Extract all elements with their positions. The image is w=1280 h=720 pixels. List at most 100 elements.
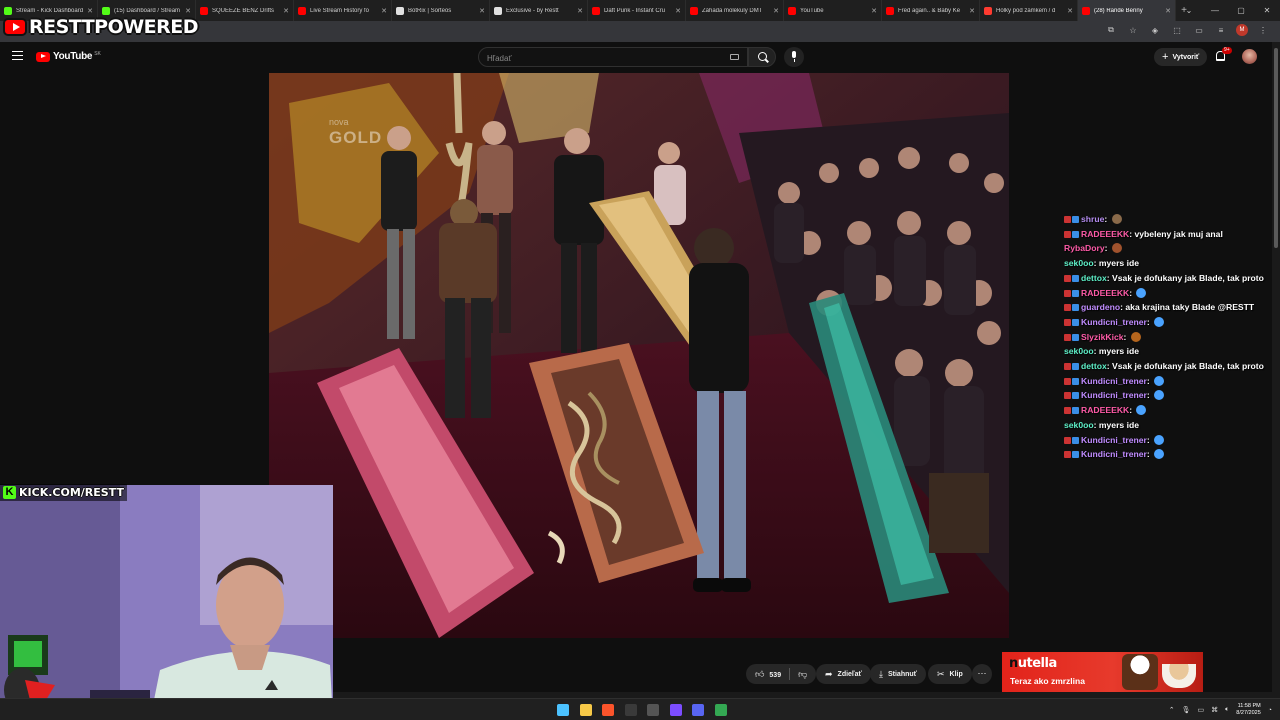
minimize-button[interactable]: — — [1202, 6, 1228, 15]
more-actions-button[interactable]: ··· — [972, 664, 992, 684]
chat-badges-icon — [1064, 434, 1080, 444]
tab-close-icon[interactable]: ✕ — [969, 7, 975, 15]
page-scrollbar-thumb[interactable] — [1274, 48, 1278, 248]
taskbar-windows-start-icon[interactable] — [557, 704, 569, 716]
browser-tab[interactable]: BotRix | Sorteos ✕ — [392, 0, 490, 21]
browser-menu-icon[interactable]: ⋮ — [1256, 26, 1270, 35]
chat-message: Kundicni_trener: — [1064, 315, 1270, 330]
tab-close-icon[interactable]: ✕ — [871, 7, 877, 15]
chat-username[interactable]: dettox — [1081, 273, 1107, 283]
taskbar-app-purple-icon[interactable] — [669, 704, 682, 716]
video-player[interactable]: nova GOLD — [269, 73, 1009, 638]
kick-logo-icon: K — [3, 486, 16, 499]
chat-username[interactable]: Kundicni_trener — [1081, 376, 1147, 386]
chat-badges-icon — [1064, 301, 1080, 312]
search-button[interactable] — [748, 47, 776, 67]
clock-time: 11:58 PM — [1237, 703, 1261, 709]
tab-close-icon[interactable]: ✕ — [675, 7, 681, 15]
like-button[interactable]: 👍︎ 539 — [755, 669, 781, 680]
chat-emote-icon — [1130, 331, 1141, 342]
chat-separator: : — [1123, 331, 1129, 342]
browser-tab[interactable]: Daft Punk - Instant Cru ✕ — [588, 0, 686, 21]
chat-username[interactable]: Kundicni_trener — [1081, 317, 1147, 327]
download-button[interactable]: ⤓ Stiahnuť — [870, 664, 927, 684]
chat-username[interactable]: Kundicni_trener — [1081, 435, 1147, 445]
taskbar-file-explorer-icon[interactable] — [579, 704, 592, 716]
browser-tab[interactable]: Fred again.. & Baby Ke ✕ — [882, 0, 980, 21]
tab-close-icon[interactable]: ✕ — [773, 7, 779, 15]
chat-username[interactable]: sek0oo — [1064, 346, 1094, 356]
chat-username[interactable]: SlyzikKick — [1081, 332, 1124, 342]
chat-username[interactable]: Kundicni_trener — [1081, 449, 1147, 459]
browser-tab[interactable]: SQUEEZE BENZ Drifts ✕ — [196, 0, 294, 21]
chat-username[interactable]: guardeno — [1081, 302, 1120, 312]
chat-message: SlyzikKick: — [1064, 330, 1270, 345]
browser-tab[interactable]: (28) Rande Benny ✕ — [1078, 0, 1176, 21]
tab-close-icon[interactable]: ✕ — [479, 7, 485, 15]
tab-close-icon[interactable]: ✕ — [1067, 7, 1073, 15]
taskbar-obs-studio-icon[interactable] — [647, 704, 659, 716]
share-button[interactable]: ➦ Zdieľať — [816, 664, 871, 684]
extensions-puzzle-icon[interactable]: ⬚ — [1170, 26, 1184, 35]
system-clock[interactable]: 11:58 PM 8/27/2025 — [1236, 703, 1260, 717]
tab-close-icon[interactable]: ✕ — [577, 7, 583, 15]
chat-username[interactable]: dettox — [1081, 361, 1107, 371]
taskbar-terminal-icon[interactable] — [624, 704, 637, 716]
bookmark-star-icon[interactable]: ☆ — [1126, 26, 1140, 35]
voice-search-mic-icon[interactable] — [784, 47, 804, 67]
extension-icon[interactable]: ◈ — [1148, 26, 1162, 35]
thumbs-down-icon[interactable]: 👎︎ — [798, 669, 807, 680]
chat-username[interactable]: RADEEEKK — [1081, 405, 1129, 415]
mic-tray-icon[interactable]: 🎙︎ — [1182, 706, 1191, 714]
chat-username[interactable]: RybaDory — [1064, 243, 1105, 253]
tab-search-icon[interactable]: ⌄ — [1176, 6, 1202, 15]
chat-username[interactable]: shrue — [1081, 214, 1104, 224]
keyboard-icon[interactable] — [730, 54, 739, 60]
chat-username[interactable]: sek0oo — [1064, 420, 1094, 430]
chat-text: Vsak je dofukany jak Blade, tak proto — [1112, 272, 1264, 283]
menu-hamburger-icon[interactable] — [12, 51, 23, 60]
share-label: Zdieľať — [837, 670, 862, 678]
youtube-logo[interactable]: YouTube SK — [36, 51, 101, 62]
ad-jar-image — [1122, 654, 1158, 690]
browser-tab[interactable]: Exclusive - by Restt ✕ — [490, 0, 588, 21]
close-window-button[interactable]: ✕ — [1254, 6, 1280, 15]
browser-tab[interactable]: Záhada molekuly DMT ✕ — [686, 0, 784, 21]
tab-close-icon[interactable]: ✕ — [1165, 7, 1171, 15]
tab-label: (28) Rande Benny — [1094, 7, 1143, 14]
tab-groups-icon[interactable]: ≡ — [1214, 26, 1228, 35]
nutella-ad-banner[interactable]: nutella Teraz ako zmrzlina — [1002, 652, 1203, 692]
create-button[interactable]: + Vytvoriť — [1154, 48, 1208, 66]
chat-message: Kundicni_trener: — [1064, 447, 1270, 462]
browser-profile-avatar[interactable]: M — [1236, 24, 1248, 36]
chat-username[interactable]: RADEEEKK — [1081, 229, 1129, 239]
account-avatar[interactable] — [1242, 49, 1257, 64]
taskbar-brave-browser-icon[interactable] — [602, 704, 614, 716]
chat-emote-icon — [1136, 405, 1147, 416]
tab-close-icon[interactable]: ✕ — [381, 7, 387, 15]
chat-badges-icon — [1064, 360, 1080, 371]
clip-button[interactable]: ✂ Klip — [928, 664, 972, 684]
notification-center-icon[interactable]: ◔ — [1268, 707, 1272, 714]
download-label: Stiahnuť — [887, 670, 918, 678]
sidepanel-icon[interactable]: ▭ — [1192, 26, 1206, 35]
volume-icon[interactable]: 🔈︎ — [1225, 706, 1229, 714]
maximize-button[interactable]: ▢ — [1228, 6, 1254, 15]
chat-username[interactable]: Kundicni_trener — [1081, 390, 1147, 400]
taskbar-chrome-icon[interactable] — [714, 704, 727, 716]
chat-username[interactable]: sek0oo — [1064, 258, 1094, 268]
search-input[interactable] — [479, 49, 719, 68]
tab-close-icon[interactable]: ✕ — [283, 7, 289, 15]
cast-icon[interactable]: ⧉ — [1104, 25, 1118, 35]
browser-tab[interactable]: Holky pod zámkem / d ✕ — [980, 0, 1078, 21]
tab-favicon-icon — [984, 6, 992, 15]
browser-tab[interactable]: Live Stream History fo ✕ — [294, 0, 392, 21]
network-icon[interactable]: ⌘ — [1211, 706, 1218, 714]
battery-tray-icon[interactable]: ▭ — [1197, 706, 1204, 714]
taskbar-discord-icon[interactable] — [692, 704, 704, 716]
tab-favicon-icon — [788, 6, 796, 15]
browser-tab[interactable]: YouTube ✕ — [784, 0, 882, 21]
tray-chevron-icon[interactable]: ⌃ — [1169, 706, 1175, 714]
chat-username[interactable]: RADEEEKK — [1081, 288, 1129, 298]
search-box — [478, 47, 748, 68]
